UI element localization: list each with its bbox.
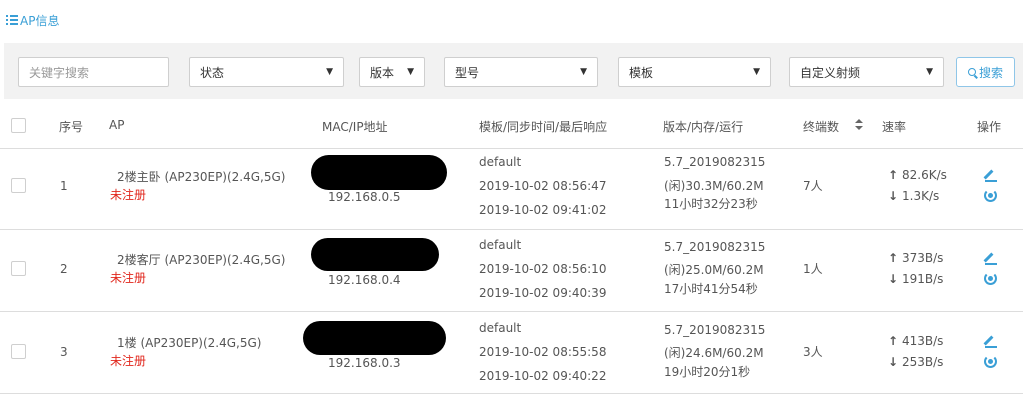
redacted-mac (311, 155, 447, 190)
template-name: default (479, 321, 522, 335)
table-row: 1 2楼主卧 (AP230EP)(2.4G,5G) 未注册 192.168.0.… (0, 147, 1023, 230)
row-index: 3 (60, 345, 68, 359)
download-arrow-icon: ↓ (888, 189, 899, 203)
ap-name: 2楼主卧 (AP230EP)(2.4G,5G) (117, 170, 286, 184)
firmware-version: 5.7_2019082315 (664, 155, 766, 169)
upload-rate: 413B/s (902, 334, 944, 348)
section-title: AP信息 (6, 11, 59, 29)
col-index: 序号 (59, 120, 84, 134)
keyword-search-placeholder: 关键字搜索 (29, 65, 90, 80)
ap-status: 未注册 (110, 271, 147, 285)
table-row: 2 2楼客厅 (AP230EP)(2.4G,5G) 未注册 192.168.0.… (0, 229, 1023, 312)
upload-rate: 82.6K/s (902, 168, 947, 182)
model-select-value: 型号 (455, 65, 480, 80)
col-version-mem: 版本/内存/运行 (663, 120, 744, 134)
keyword-search-input[interactable]: 关键字搜索 (18, 57, 169, 87)
upload-arrow-icon: ↑ (888, 168, 899, 182)
sync-time: 2019-10-02 08:56:10 (479, 262, 607, 276)
sort-icon[interactable] (855, 119, 863, 131)
sync-icon[interactable] (984, 272, 997, 285)
row-checkbox[interactable] (11, 261, 26, 276)
firmware-version: 5.7_2019082315 (664, 240, 766, 254)
upload-arrow-icon: ↑ (888, 251, 899, 265)
memory-usage: (闲)24.6M/60.2M (664, 346, 764, 360)
sync-icon[interactable] (984, 355, 997, 368)
search-icon (967, 68, 976, 76)
last-response: 2019-10-02 09:41:02 (479, 203, 607, 217)
rf-select[interactable]: 自定义射频 ▼ (789, 57, 944, 87)
last-response: 2019-10-02 09:40:22 (479, 369, 607, 383)
status-select[interactable]: 状态 ▼ (189, 57, 344, 87)
sync-time: 2019-10-02 08:56:47 (479, 179, 607, 193)
table-header: 序号 AP MAC/IP地址 模板/同步时间/最后响应 版本/内存/运行 终端数… (0, 102, 1023, 149)
rf-select-value: 自定义射频 (800, 65, 861, 80)
ap-name: 1楼 (AP230EP)(2.4G,5G) (117, 336, 262, 350)
row-index: 2 (60, 262, 68, 276)
row-index: 1 (60, 179, 68, 193)
ap-status: 未注册 (110, 188, 147, 202)
edit-icon[interactable] (984, 334, 998, 348)
uptime: 11小时32分23秒 (664, 197, 758, 211)
version-select-value: 版本 (370, 65, 395, 80)
ap-name: 2楼客厅 (AP230EP)(2.4G,5G) (117, 253, 286, 267)
ap-ip: 192.168.0.4 (328, 273, 401, 287)
chevron-down-icon: ▼ (326, 67, 333, 77)
chevron-down-icon: ▼ (407, 67, 414, 77)
col-mac-ip: MAC/IP地址 (322, 120, 388, 134)
memory-usage: (闲)25.0M/60.2M (664, 263, 764, 277)
firmware-version: 5.7_2019082315 (664, 323, 766, 337)
upload-arrow-icon: ↑ (888, 334, 899, 348)
ap-ip: 192.168.0.5 (328, 190, 401, 204)
col-rate: 速率 (882, 120, 907, 134)
template-name: default (479, 155, 522, 169)
col-ap: AP (109, 118, 125, 132)
section-title-text: AP信息 (20, 13, 60, 28)
template-name: default (479, 238, 522, 252)
client-count: 3人 (803, 345, 823, 359)
ap-status: 未注册 (110, 354, 147, 368)
col-ops: 操作 (977, 120, 1002, 134)
row-checkbox[interactable] (11, 178, 26, 193)
ap-ip: 192.168.0.3 (328, 356, 401, 370)
sync-icon[interactable] (984, 189, 997, 202)
download-rate: 253B/s (902, 355, 944, 369)
filter-toolbar: 关键字搜索 状态 ▼ 版本 ▼ 型号 ▼ 模板 ▼ 自定义射频 ▼ 搜索 (4, 43, 1023, 99)
edit-icon[interactable] (984, 251, 998, 265)
status-select-value: 状态 (200, 65, 225, 80)
template-select-value: 模板 (629, 65, 654, 80)
upload-rate: 373B/s (902, 251, 944, 265)
download-rate: 191B/s (902, 272, 944, 286)
memory-usage: (闲)30.3M/60.2M (664, 179, 764, 193)
list-icon (6, 14, 18, 26)
template-select[interactable]: 模板 ▼ (618, 57, 771, 87)
chevron-down-icon: ▼ (580, 67, 587, 77)
redacted-mac (303, 321, 446, 355)
select-all-checkbox[interactable] (11, 118, 26, 133)
col-clients[interactable]: 终端数 (803, 118, 839, 135)
chevron-down-icon: ▼ (753, 67, 760, 77)
download-rate: 1.3K/s (902, 189, 940, 203)
download-arrow-icon: ↓ (888, 272, 899, 286)
col-template-sync: 模板/同步时间/最后响应 (479, 120, 608, 134)
table-row: 3 1楼 (AP230EP)(2.4G,5G) 未注册 192.168.0.3 … (0, 311, 1023, 394)
search-button-label: 搜索 (978, 65, 1003, 80)
chevron-down-icon: ▼ (926, 67, 933, 77)
uptime: 19小时20分1秒 (664, 365, 751, 379)
row-checkbox[interactable] (11, 344, 26, 359)
edit-icon[interactable] (984, 168, 998, 182)
download-arrow-icon: ↓ (888, 355, 899, 369)
uptime: 17小时41分54秒 (664, 282, 758, 296)
sync-time: 2019-10-02 08:55:58 (479, 345, 607, 359)
search-button[interactable]: 搜索 (956, 57, 1015, 87)
client-count: 7人 (803, 179, 823, 193)
redacted-mac (311, 238, 439, 271)
version-select[interactable]: 版本 ▼ (359, 57, 425, 87)
client-count: 1人 (803, 262, 823, 276)
last-response: 2019-10-02 09:40:39 (479, 286, 607, 300)
model-select[interactable]: 型号 ▼ (444, 57, 598, 87)
